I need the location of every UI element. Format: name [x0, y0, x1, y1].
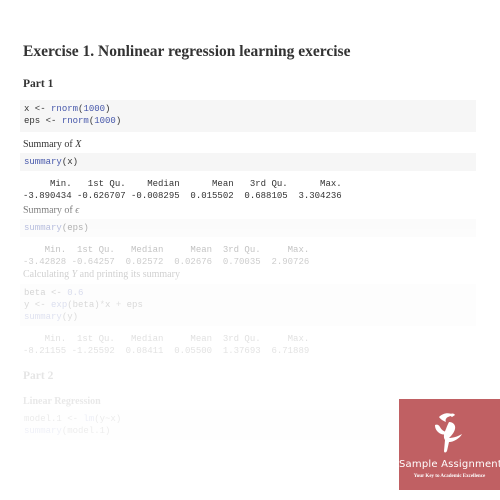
code-args: (eps): [61, 223, 89, 233]
code-var: eps: [24, 116, 41, 126]
output-headers: Min. 1st Qu. Median Mean 3rd Qu. Max.: [23, 334, 315, 344]
code-number: 0.6: [67, 288, 84, 298]
output-headers: Min. 1st Qu. Median Mean 3rd Qu. Max.: [23, 179, 348, 189]
code-operator: <-: [45, 288, 68, 298]
summary-eps-label: Summary of ϵ: [23, 205, 79, 216]
code-operator: <-: [61, 414, 84, 424]
part2-heading: Part 2: [23, 370, 54, 382]
code-paren: ): [115, 116, 122, 126]
output-values: -3.42828 -0.64257 0.02572 0.02676 0.7003…: [23, 257, 315, 267]
output-summary-x: Min. 1st Qu. Median Mean 3rd Qu. Max. -3…: [23, 178, 347, 202]
page-title: Exercise 1. Nonlinear regression learnin…: [23, 43, 351, 60]
logo-title: Sample Assignment: [399, 459, 500, 470]
code-var: beta: [24, 288, 46, 298]
code-args: (y~x): [94, 414, 122, 424]
sample-assignment-logo: Sample Assignment Your Key to Academic E…: [399, 399, 500, 490]
code-line: beta <- 0.6: [24, 288, 83, 298]
code-operator: <-: [29, 300, 52, 310]
output-values: -8.21155 -1.25592 0.08411 0.05500 1.3769…: [23, 346, 315, 356]
code-line: model.1 <- lm(y~x): [24, 414, 121, 424]
code-line: summary(model.1): [24, 426, 110, 436]
code-operator: <-: [40, 116, 62, 126]
output-summary-y: Min. 1st Qu. Median Mean 3rd Qu. Max. -8…: [23, 333, 315, 357]
label-text: and printing its summary: [77, 269, 180, 280]
code-paren: ): [105, 104, 111, 114]
code-var: model.1: [24, 414, 62, 424]
running-figure-icon: [435, 413, 462, 453]
code-function: summary: [24, 223, 62, 233]
code-args: (model.1): [61, 426, 111, 436]
code-var: eps: [121, 300, 143, 310]
code-block-summary-eps: summary(eps): [20, 219, 476, 237]
code-args: (x): [61, 157, 79, 167]
code-function: rnorm: [51, 104, 79, 114]
label-text: Calculating: [23, 269, 72, 280]
label-text: Summary of: [23, 205, 76, 216]
math-symbol: X: [75, 139, 82, 150]
linear-regression-heading: Linear Regression: [23, 396, 101, 407]
calc-y-label: Calculating Y and printing its summary: [23, 269, 180, 280]
code-line: eps <- rnorm(1000): [24, 116, 121, 126]
code-function: exp: [51, 300, 68, 310]
code-args: (y): [61, 312, 79, 322]
code-args: (beta): [67, 300, 100, 310]
code-number: 1000: [83, 104, 106, 114]
code-block-calc-y: beta <- 0.6 y <- exp(beta)*x + eps summa…: [20, 284, 476, 326]
output-summary-eps: Min. 1st Qu. Median Mean 3rd Qu. Max. -3…: [23, 244, 315, 268]
code-function: summary: [24, 426, 62, 436]
code-line: y <- exp(beta)*x + eps: [24, 300, 143, 310]
label-text: Summary of: [23, 139, 76, 150]
code-function: lm: [83, 414, 95, 424]
code-var: x: [105, 300, 116, 310]
code-line: x <- rnorm(1000): [24, 104, 110, 114]
output-values: -3.890434 -0.626707 -0.008295 0.015502 0…: [23, 191, 348, 201]
math-symbol: ϵ: [75, 205, 80, 216]
code-operator: <-: [29, 104, 52, 114]
code-line: summary(y): [24, 312, 78, 322]
code-block-summary-x: summary(x): [20, 153, 476, 171]
code-number: 1000: [94, 116, 116, 126]
code-function: summary: [24, 312, 62, 322]
code-block-generate: x <- rnorm(1000) eps <- rnorm(1000): [20, 100, 476, 132]
logo-tagline: Your Key to Academic Excellence: [413, 474, 486, 479]
code-function: summary: [24, 157, 62, 167]
summary-x-label: Summary of X: [23, 139, 81, 150]
part1-heading: Part 1: [23, 78, 54, 90]
output-headers: Min. 1st Qu. Median Mean 3rd Qu. Max.: [23, 245, 315, 255]
code-function: rnorm: [61, 116, 89, 126]
